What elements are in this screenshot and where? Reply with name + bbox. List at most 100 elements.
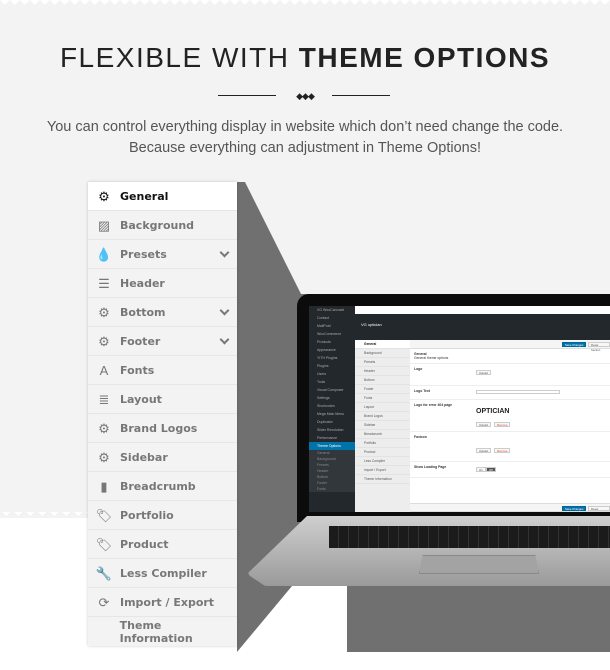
refresh-icon: ⟳ (98, 594, 110, 610)
wp-menu-item[interactable]: MailPoet (309, 322, 355, 330)
wp-menu-item[interactable]: Plugins (309, 362, 355, 370)
field-label: Show Loading Page (414, 465, 447, 469)
wp-menu-item[interactable]: Users (309, 370, 355, 378)
menu-item-label: Less Compiler (120, 566, 207, 580)
panel-nav-item[interactable]: General (355, 340, 410, 349)
wp-menu-item[interactable]: Slider Revolution (309, 426, 355, 434)
upload-button[interactable]: Upload (476, 448, 491, 453)
wp-menu-item[interactable]: Settings (309, 394, 355, 402)
wp-admin-sidebar: VG WooCarousel Contact MailPoet WooCommerce… (309, 306, 355, 512)
title-light: FLEXIBLE WITH (59, 42, 299, 73)
zigzag-top-edge (0, 0, 610, 8)
wp-menu-item[interactable]: Appearance (309, 346, 355, 354)
wp-menu-item[interactable]: Contact (309, 314, 355, 322)
panel-nav-item[interactable]: Product (355, 448, 410, 457)
wp-menu-item[interactable]: WooCommerce (309, 330, 355, 338)
menu-item-import-export[interactable]: ⟳ Import / Export (88, 588, 237, 617)
remove-button[interactable]: Remove (494, 448, 511, 453)
droplet-icon: 💧 (95, 246, 113, 262)
section-heading: General General theme options (410, 349, 610, 364)
menu-item-label: Portfolio (120, 508, 174, 522)
panel-nav-item[interactable]: Import / Export (355, 466, 410, 475)
panel-nav-item[interactable]: Footer (355, 385, 410, 394)
upload-button[interactable]: Upload (476, 370, 491, 375)
wp-menu-item[interactable]: Mega Main Menu (309, 410, 355, 418)
laptop-screen: VG WooCarousel Contact MailPoet WooCommerce… (309, 306, 610, 512)
wp-menu-item[interactable]: Theme Options (309, 442, 355, 450)
diamond-icon: ◆◆◆ (296, 91, 315, 101)
menu-item-footer[interactable]: ⚙ Footer (88, 327, 237, 356)
upload-button[interactable]: Upload (476, 422, 491, 427)
reset-section-button[interactable]: Reset Section (588, 506, 610, 511)
panel-nav-item[interactable]: Background (355, 349, 410, 358)
menu-item-label: Header (120, 276, 165, 290)
menu-item-label: General (120, 189, 169, 203)
menu-item-general[interactable]: ⚙ General (88, 182, 237, 211)
panel-nav-item[interactable]: Less Compiler (355, 457, 410, 466)
menu-item-label: Bottom (120, 305, 166, 319)
panel-nav-item[interactable]: Presets (355, 358, 410, 367)
menu-item-fonts[interactable]: A Fonts (88, 356, 237, 385)
wp-submenu-item[interactable]: Fonts (309, 486, 355, 492)
panel-nav-item[interactable]: Breadcrumb (355, 430, 410, 439)
panel-toolbar: Save Changes Reset Section (410, 340, 610, 352)
reset-section-button[interactable]: Reset Section (588, 342, 610, 352)
panel-nav-item[interactable]: Portfolio (355, 439, 410, 448)
save-changes-button[interactable]: Save Changes (562, 342, 587, 347)
wp-menu-item[interactable]: VG WooCarousel (309, 306, 355, 314)
menu-item-presets[interactable]: 💧 Presets (88, 240, 237, 269)
menu-item-sidebar[interactable]: ⚙ Sidebar (88, 443, 237, 472)
toggle-on[interactable]: On (476, 467, 486, 472)
menu-item-less-compiler[interactable]: 🔧 Less Compiler (88, 559, 237, 588)
panel-nav-item[interactable]: Header (355, 367, 410, 376)
chevron-down-icon[interactable] (219, 334, 230, 345)
menu-item-label: Fonts (120, 363, 155, 377)
panel-nav-item[interactable]: Brand Logos (355, 412, 410, 421)
field-label: Favicon (414, 435, 427, 439)
menu-item-label: Import / Export (120, 595, 215, 609)
tags-icon: 🏷 (95, 507, 113, 523)
field-label: Logo Text (414, 389, 430, 393)
title-divider: ◆◆◆ (218, 91, 390, 101)
chevron-down-icon[interactable] (219, 305, 230, 316)
field-label: Logo for error 404 page (414, 403, 453, 407)
panel-nav-item[interactable]: Bottom (355, 376, 410, 385)
panel-nav-item[interactable]: Fonts (355, 394, 410, 403)
menu-item-label: Sidebar (120, 450, 168, 464)
menu-item-label: Theme Information (119, 618, 193, 645)
theme-options-menu: ⚙ General ▨ Background 💧 Presets ☰ Header ⚙ Botto… (88, 182, 237, 646)
field-loading-page: Show Loading Page On Off (410, 462, 610, 478)
menu-item-layout[interactable]: ≣ Layout (88, 385, 237, 414)
tags-icon: 🏷 (95, 536, 113, 552)
menu-item-label: Brand Logos (120, 421, 198, 435)
description: You can control everything display in we… (0, 117, 610, 159)
menu-item-background[interactable]: ▨ Background (88, 211, 237, 240)
panel-nav-item[interactable]: Sidebar (355, 421, 410, 430)
menu-item-product[interactable]: 🏷 Product (88, 530, 237, 559)
save-changes-button[interactable]: Save Changes (562, 506, 587, 511)
panel-nav-item[interactable]: Layout (355, 403, 410, 412)
panel-nav-item[interactable]: Theme Information (355, 475, 410, 484)
logo-text-input[interactable] (476, 390, 560, 394)
wp-menu-item[interactable]: Shortcodes (309, 402, 355, 410)
remove-button[interactable]: Remove (494, 422, 511, 427)
gear-icon: ⚙ (98, 420, 110, 436)
page-title: FLEXIBLE WITH THEME OPTIONS (0, 42, 610, 74)
wp-menu-item[interactable]: Tools (309, 378, 355, 386)
laptop-mockup: VG WooCarousel Contact MailPoet WooCommerce… (247, 294, 610, 594)
wp-menu-item[interactable]: Visual Composer (309, 386, 355, 394)
menu-item-theme-information[interactable]: Theme Information (88, 617, 237, 646)
wp-menu-item[interactable]: Performance (309, 434, 355, 442)
menu-item-bottom[interactable]: ⚙ Bottom (88, 298, 237, 327)
menu-item-portfolio[interactable]: 🏷 Portfolio (88, 501, 237, 530)
chevron-down-icon[interactable] (219, 247, 230, 258)
menu-item-brand-logos[interactable]: ⚙ Brand Logos (88, 414, 237, 443)
wp-menu-item[interactable]: YITH Plugins (309, 354, 355, 362)
toggle-off[interactable]: Off (486, 467, 496, 472)
wp-menu-item[interactable]: Duplicator (309, 418, 355, 426)
menu-item-header[interactable]: ☰ Header (88, 269, 237, 298)
wp-menu-item[interactable]: Products (309, 338, 355, 346)
field-logo-404: Logo for error 404 page OPTICIAN Upload … (410, 400, 610, 432)
document-icon: ▮ (100, 478, 108, 494)
menu-item-breadcrumb[interactable]: ▮ Breadcrumb (88, 472, 237, 501)
